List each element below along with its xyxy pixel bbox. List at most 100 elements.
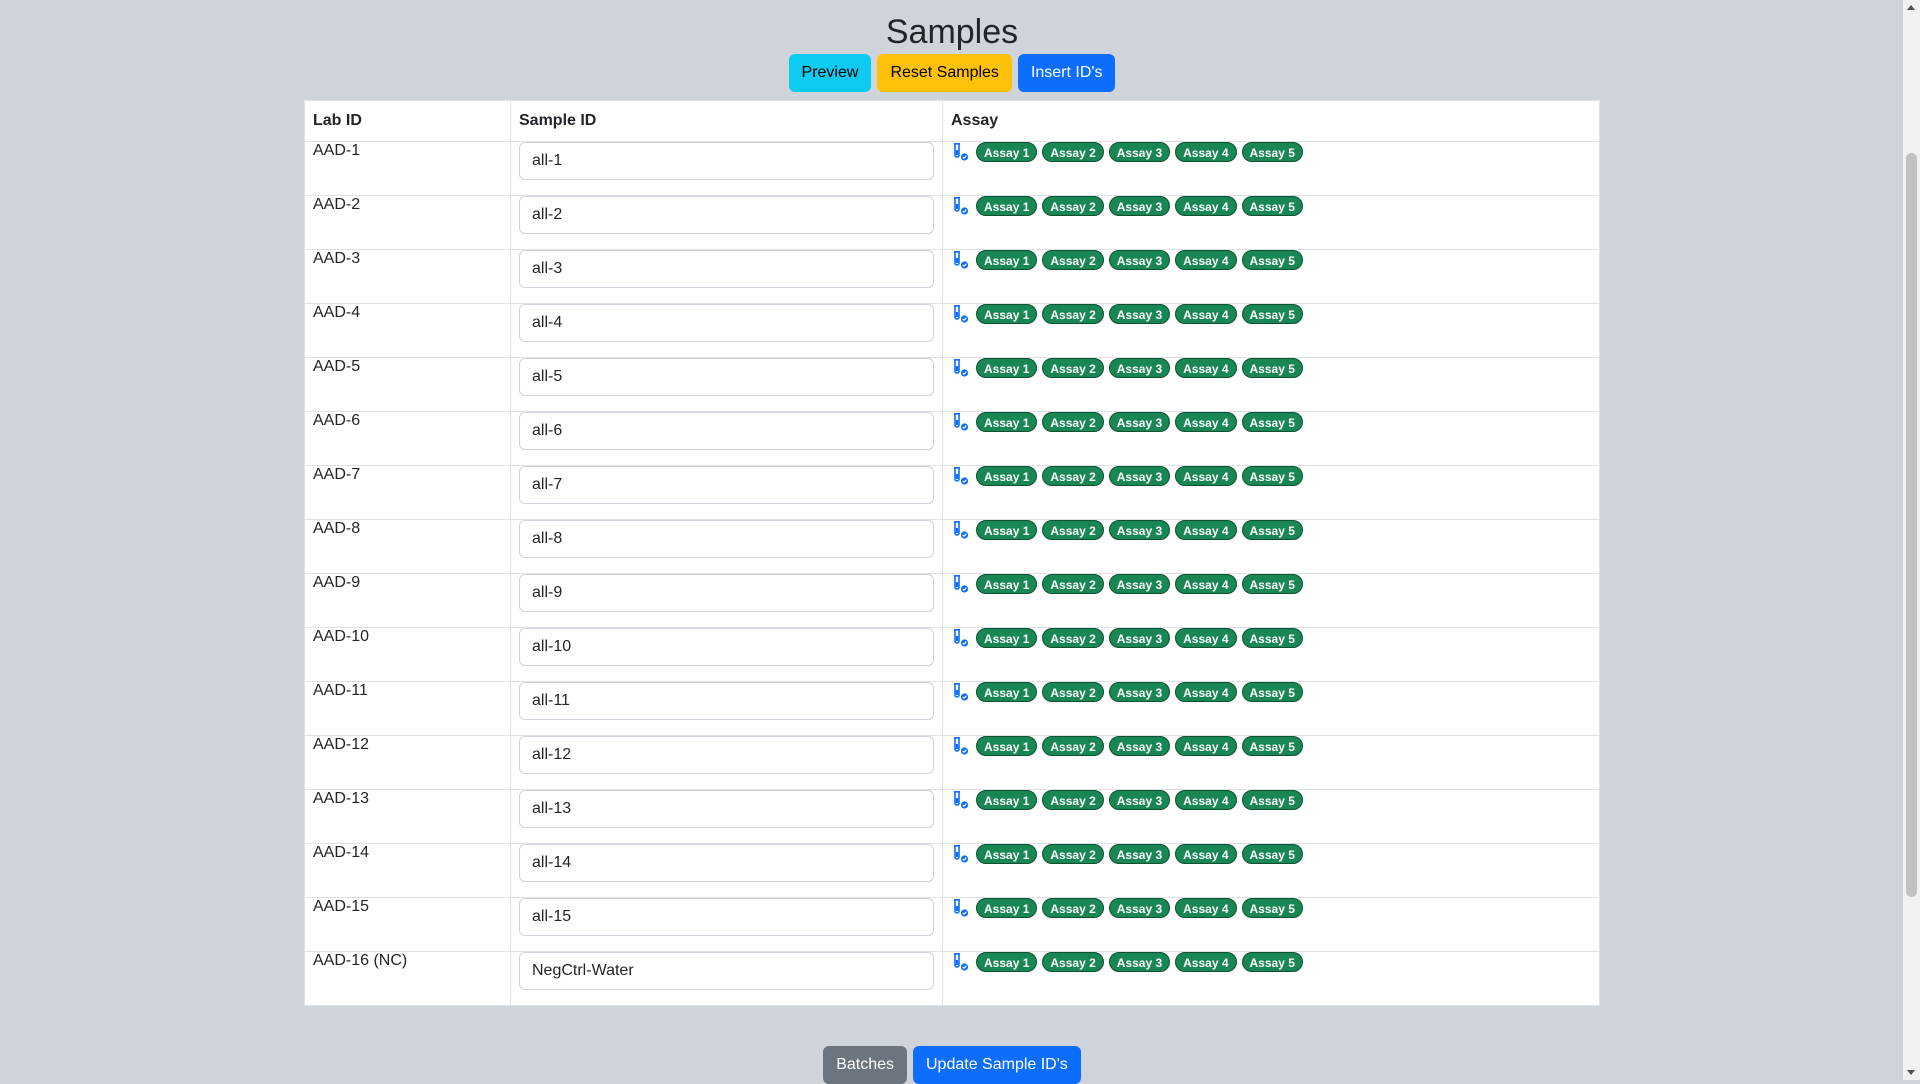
update-sample-ids-button[interactable]: Update Sample ID's bbox=[913, 1046, 1081, 1084]
reset-samples-button[interactable]: Reset Samples bbox=[877, 54, 1012, 92]
sample-id-input[interactable] bbox=[519, 196, 934, 234]
batches-button[interactable]: Batches bbox=[823, 1046, 907, 1084]
test-tube-check-icon[interactable] bbox=[951, 790, 971, 810]
test-tube-check-icon[interactable] bbox=[951, 844, 971, 864]
assay-badge[interactable]: Assay 3 bbox=[1108, 628, 1171, 648]
scroll-thumb[interactable] bbox=[1906, 153, 1917, 897]
assay-badge[interactable]: Assay 2 bbox=[1042, 250, 1104, 270]
assay-badge[interactable]: Assay 1 bbox=[976, 466, 1038, 486]
sample-id-input[interactable] bbox=[519, 412, 934, 450]
assay-badge[interactable]: Assay 2 bbox=[1042, 574, 1104, 594]
assay-badge[interactable]: Assay 5 bbox=[1241, 736, 1303, 756]
test-tube-check-icon[interactable] bbox=[951, 628, 971, 648]
test-tube-check-icon[interactable] bbox=[951, 682, 971, 702]
assay-badge[interactable]: Assay 5 bbox=[1241, 304, 1303, 324]
vertical-scrollbar[interactable] bbox=[1903, 0, 1920, 1080]
assay-badge[interactable]: Assay 2 bbox=[1042, 898, 1104, 918]
assay-badge[interactable]: Assay 2 bbox=[1042, 790, 1104, 810]
assay-badge[interactable]: Assay 2 bbox=[1042, 952, 1104, 972]
assay-badge[interactable]: Assay 2 bbox=[1042, 304, 1104, 324]
insert-ids-button[interactable]: Insert ID's bbox=[1017, 54, 1116, 92]
assay-badge[interactable]: Assay 4 bbox=[1175, 628, 1237, 648]
sample-id-input[interactable] bbox=[519, 358, 934, 396]
assay-badge[interactable]: Assay 1 bbox=[976, 358, 1038, 378]
assay-badge[interactable]: Assay 4 bbox=[1175, 520, 1237, 540]
scroll-up-arrow-icon[interactable] bbox=[1907, 5, 1915, 10]
sample-id-input[interactable] bbox=[519, 844, 934, 882]
assay-badge[interactable]: Assay 1 bbox=[976, 250, 1038, 270]
assay-badge[interactable]: Assay 5 bbox=[1241, 952, 1303, 972]
assay-badge[interactable]: Assay 1 bbox=[976, 142, 1038, 162]
assay-badge[interactable]: Assay 2 bbox=[1042, 736, 1104, 756]
test-tube-check-icon[interactable] bbox=[951, 196, 971, 216]
assay-badge[interactable]: Assay 1 bbox=[976, 898, 1038, 918]
assay-badge[interactable]: Assay 4 bbox=[1175, 790, 1237, 810]
assay-badge[interactable]: Assay 4 bbox=[1175, 682, 1237, 702]
test-tube-check-icon[interactable] bbox=[951, 898, 971, 918]
sample-id-input[interactable] bbox=[519, 574, 934, 612]
assay-badge[interactable]: Assay 5 bbox=[1241, 196, 1303, 216]
assay-badge[interactable]: Assay 1 bbox=[976, 844, 1038, 864]
sample-id-input[interactable] bbox=[519, 736, 934, 774]
assay-badge[interactable]: Assay 3 bbox=[1108, 142, 1171, 162]
assay-badge[interactable]: Assay 2 bbox=[1042, 628, 1104, 648]
assay-badge[interactable]: Assay 4 bbox=[1175, 736, 1237, 756]
assay-badge[interactable]: Assay 2 bbox=[1042, 466, 1104, 486]
assay-badge[interactable]: Assay 5 bbox=[1241, 466, 1303, 486]
test-tube-check-icon[interactable] bbox=[951, 466, 971, 486]
assay-badge[interactable]: Assay 4 bbox=[1175, 250, 1237, 270]
assay-badge[interactable]: Assay 4 bbox=[1175, 196, 1237, 216]
assay-badge[interactable]: Assay 3 bbox=[1108, 250, 1171, 270]
test-tube-check-icon[interactable] bbox=[951, 520, 971, 540]
assay-badge[interactable]: Assay 5 bbox=[1241, 628, 1303, 648]
test-tube-check-icon[interactable] bbox=[951, 142, 971, 162]
assay-badge[interactable]: Assay 4 bbox=[1175, 574, 1237, 594]
assay-badge[interactable]: Assay 3 bbox=[1108, 520, 1171, 540]
sample-id-input[interactable] bbox=[519, 790, 934, 828]
sample-id-input[interactable] bbox=[519, 898, 934, 936]
assay-badge[interactable]: Assay 5 bbox=[1241, 574, 1303, 594]
assay-badge[interactable]: Assay 5 bbox=[1241, 142, 1303, 162]
assay-badge[interactable]: Assay 3 bbox=[1108, 574, 1171, 594]
assay-badge[interactable]: Assay 5 bbox=[1241, 520, 1303, 540]
test-tube-check-icon[interactable] bbox=[951, 952, 971, 972]
test-tube-check-icon[interactable] bbox=[951, 574, 971, 594]
assay-badge[interactable]: Assay 1 bbox=[976, 790, 1038, 810]
assay-badge[interactable]: Assay 1 bbox=[976, 196, 1038, 216]
sample-id-input[interactable] bbox=[519, 952, 934, 990]
sample-id-input[interactable] bbox=[519, 142, 934, 180]
assay-badge[interactable]: Assay 2 bbox=[1042, 520, 1104, 540]
assay-badge[interactable]: Assay 5 bbox=[1241, 682, 1303, 702]
assay-badge[interactable]: Assay 4 bbox=[1175, 844, 1237, 864]
sample-id-input[interactable] bbox=[519, 466, 934, 504]
assay-badge[interactable]: Assay 2 bbox=[1042, 358, 1104, 378]
assay-badge[interactable]: Assay 5 bbox=[1241, 790, 1303, 810]
assay-badge[interactable]: Assay 1 bbox=[976, 574, 1038, 594]
test-tube-check-icon[interactable] bbox=[951, 736, 971, 756]
assay-badge[interactable]: Assay 4 bbox=[1175, 412, 1237, 432]
assay-badge[interactable]: Assay 4 bbox=[1175, 466, 1237, 486]
assay-badge[interactable]: Assay 4 bbox=[1175, 898, 1237, 918]
assay-badge[interactable]: Assay 3 bbox=[1108, 358, 1171, 378]
assay-badge[interactable]: Assay 3 bbox=[1108, 682, 1171, 702]
assay-badge[interactable]: Assay 2 bbox=[1042, 142, 1104, 162]
test-tube-check-icon[interactable] bbox=[951, 304, 971, 324]
sample-id-input[interactable] bbox=[519, 520, 934, 558]
assay-badge[interactable]: Assay 2 bbox=[1042, 412, 1104, 432]
scroll-down-arrow-icon[interactable] bbox=[1907, 1070, 1915, 1075]
test-tube-check-icon[interactable] bbox=[951, 412, 971, 432]
assay-badge[interactable]: Assay 3 bbox=[1108, 790, 1171, 810]
assay-badge[interactable]: Assay 5 bbox=[1241, 844, 1303, 864]
preview-button[interactable]: Preview bbox=[788, 54, 872, 92]
assay-badge[interactable]: Assay 1 bbox=[976, 304, 1038, 324]
assay-badge[interactable]: Assay 1 bbox=[976, 736, 1038, 756]
assay-badge[interactable]: Assay 1 bbox=[976, 520, 1038, 540]
assay-badge[interactable]: Assay 1 bbox=[976, 682, 1038, 702]
assay-badge[interactable]: Assay 2 bbox=[1042, 844, 1104, 864]
assay-badge[interactable]: Assay 4 bbox=[1175, 304, 1237, 324]
assay-badge[interactable]: Assay 4 bbox=[1175, 952, 1237, 972]
assay-badge[interactable]: Assay 1 bbox=[976, 412, 1038, 432]
assay-badge[interactable]: Assay 3 bbox=[1108, 844, 1171, 864]
assay-badge[interactable]: Assay 3 bbox=[1108, 196, 1171, 216]
assay-badge[interactable]: Assay 5 bbox=[1241, 358, 1303, 378]
